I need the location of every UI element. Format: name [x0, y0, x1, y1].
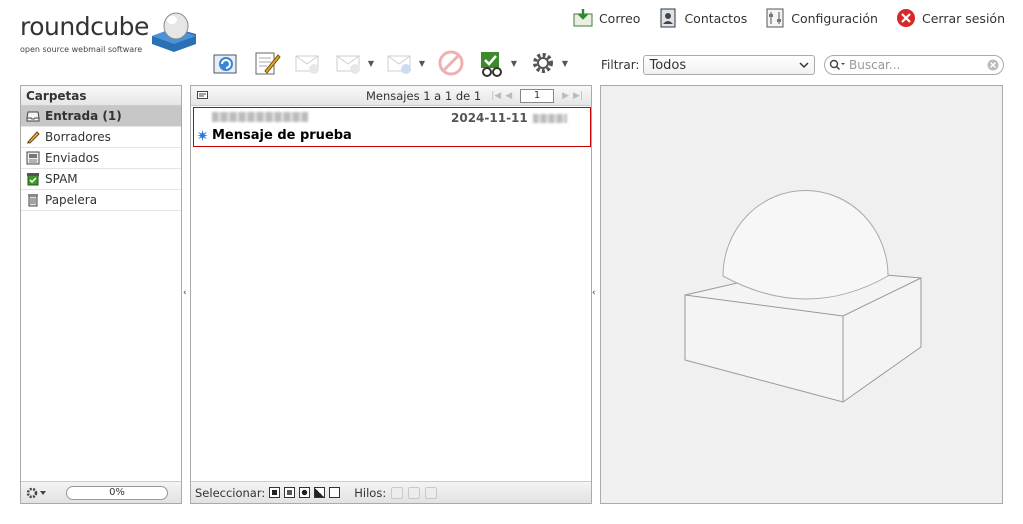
logo-text: roundcube	[20, 12, 149, 41]
filter-bar: Filtrar: Todos	[601, 55, 816, 75]
mark-dropdown-icon[interactable]: ▼	[511, 59, 517, 68]
roundcube-logo[interactable]: roundcube open source webmail software	[20, 8, 200, 54]
logo-subtitle: open source webmail software	[20, 45, 143, 54]
search-box[interactable]: Buscar...	[824, 55, 1004, 75]
threads-collapse-icon[interactable]	[425, 486, 438, 499]
delete-icon	[438, 50, 464, 76]
nav-configuracion[interactable]: Configuración	[765, 8, 878, 28]
folder-item-drafts-label: Borradores	[45, 130, 111, 144]
select-none-icon[interactable]	[329, 487, 341, 498]
reply-all-dropdown-icon[interactable]: ▼	[368, 59, 374, 68]
logo-cube-icon	[152, 12, 196, 52]
search-icon[interactable]	[829, 59, 847, 71]
nav-configuracion-label: Configuración	[791, 10, 878, 26]
more-actions-dropdown-icon[interactable]: ▼	[562, 59, 568, 68]
filter-select[interactable]: Todos	[643, 55, 816, 75]
refresh-mail-icon	[213, 54, 237, 74]
address-book-icon	[660, 8, 676, 28]
more-actions-button[interactable]: ▼	[527, 47, 568, 79]
gear-icon	[533, 53, 553, 73]
filter-label: Filtrar:	[601, 58, 640, 72]
folder-item-sent-label: Enviados	[45, 151, 100, 165]
first-page-icon[interactable]: |◀	[491, 91, 501, 101]
folder-item-trash[interactable]: Papelera	[21, 190, 181, 211]
select-unread-icon[interactable]	[299, 487, 311, 498]
page-number-input[interactable]: 1	[520, 88, 555, 103]
folder-item-inbox[interactable]: Entrada (1)	[21, 106, 181, 127]
compose-button[interactable]	[251, 47, 283, 79]
forward-dropdown-icon[interactable]: ▼	[419, 59, 425, 68]
folder-panel-header: Carpetas	[21, 86, 181, 106]
mail-download-icon	[573, 9, 593, 27]
message-time-redacted	[533, 114, 567, 123]
trash-icon	[28, 194, 38, 207]
select-all-icon[interactable]	[269, 487, 281, 498]
delete-button[interactable]	[435, 47, 467, 79]
folder-item-spam[interactable]: SPAM	[21, 169, 181, 190]
check-mail-button[interactable]	[210, 47, 242, 79]
message-subject: Mensaje de prueba	[212, 128, 352, 143]
top-navigation: Correo Contactos Configuración Cerrar se…	[573, 8, 1005, 28]
threads-expand-unread-icon[interactable]	[408, 486, 421, 499]
folder-item-inbox-label: Entrada (1)	[45, 109, 122, 123]
nav-cerrar-sesion-label: Cerrar sesión	[921, 10, 1005, 26]
top-bar: roundcube open source webmail software C…	[0, 0, 1023, 54]
threads-expand-icon[interactable]	[391, 486, 404, 499]
sent-icon	[26, 151, 40, 165]
nav-contactos-label: Contactos	[684, 10, 748, 26]
preview-panel	[600, 85, 1003, 504]
last-page-icon[interactable]: ▶|	[573, 91, 583, 101]
folder-splitter[interactable]: ‹	[183, 288, 189, 298]
message-list-header: Mensajes 1 a 1 de 1 |◀ ◀ 1 ▶ ▶|	[191, 86, 591, 106]
search-input[interactable]: Buscar...	[849, 58, 987, 72]
list-options-icon[interactable]	[197, 91, 209, 101]
reply-all-button[interactable]: ▼	[333, 47, 374, 79]
folder-item-trash-label: Papelera	[45, 193, 98, 207]
folder-actions-gear-icon[interactable]	[26, 487, 48, 499]
list-splitter[interactable]: ‹	[592, 288, 598, 298]
folder-item-sent[interactable]: Enviados	[21, 148, 181, 169]
inbox-icon	[26, 111, 40, 122]
next-page-icon[interactable]: ▶	[562, 91, 569, 101]
roundcube-watermark-icon	[684, 190, 922, 403]
select-label: Seleccionar:	[195, 485, 266, 500]
clear-search-icon[interactable]	[987, 59, 999, 71]
folder-panel-footer: 0%	[21, 481, 181, 503]
message-row[interactable]: 2024-11-11 Mensaje de prueba	[193, 107, 591, 147]
message-list-panel: Mensajes 1 a 1 de 1 |◀ ◀ 1 ▶ ▶| 2024-11-…	[190, 85, 592, 504]
nav-correo-label: Correo	[598, 10, 641, 26]
message-from-redacted	[212, 112, 308, 122]
folder-item-drafts[interactable]: Borradores	[21, 127, 181, 148]
chevron-down-icon	[799, 62, 809, 69]
nav-cerrar-sesion[interactable]: Cerrar sesión	[896, 8, 1005, 28]
reply-all-icon	[336, 55, 360, 74]
forward-icon	[387, 55, 411, 74]
reply-icon	[295, 55, 319, 74]
threads-label: Hilos:	[354, 485, 387, 500]
message-list-footer: Seleccionar: Hilos:	[191, 481, 591, 503]
message-date: 2024-11-11	[451, 111, 528, 125]
mark-button[interactable]: ▼	[476, 47, 517, 79]
mark-icon	[481, 52, 502, 77]
folder-item-spam-label: SPAM	[45, 172, 78, 186]
mail-toolbar: ▼ ▼ ▼ ▼	[210, 46, 568, 80]
prev-page-icon[interactable]: ◀	[505, 91, 512, 101]
spam-icon	[27, 173, 39, 186]
message-count: Mensajes 1 a 1 de 1	[365, 88, 482, 103]
logout-icon	[896, 9, 915, 27]
compose-icon	[255, 52, 281, 75]
reply-button[interactable]	[292, 47, 324, 79]
select-invert-icon[interactable]	[314, 487, 326, 498]
select-page-icon[interactable]	[284, 487, 296, 498]
nav-contactos[interactable]: Contactos	[658, 8, 747, 28]
filter-selected-value: Todos	[649, 57, 687, 73]
folder-panel: Carpetas Entrada (1) Borradores Enviados…	[20, 85, 182, 504]
forward-button[interactable]: ▼	[384, 47, 425, 79]
settings-icon	[766, 8, 784, 28]
quota-indicator: 0%	[66, 485, 168, 500]
pencil-icon	[27, 131, 40, 144]
nav-correo[interactable]: Correo	[573, 8, 641, 28]
unread-star-icon[interactable]	[197, 130, 208, 141]
